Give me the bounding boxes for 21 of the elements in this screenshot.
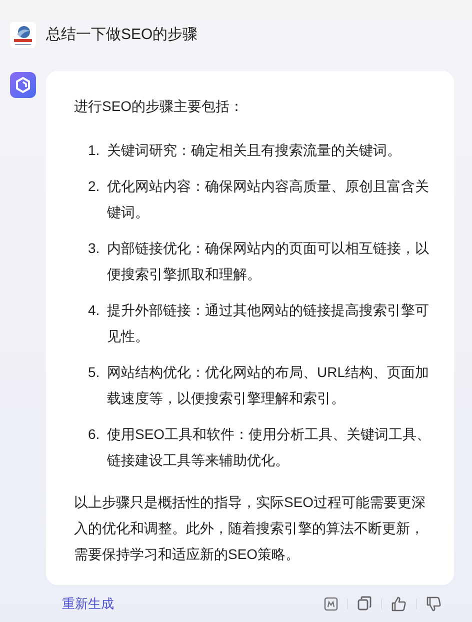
step-number: 2. [88, 177, 101, 196]
step-number: 1. [88, 141, 101, 160]
regenerate-link[interactable]: 重新生成 [62, 594, 114, 614]
step-text: 关键词研究：确定相关且有搜索流量的关键词。 [107, 141, 401, 160]
assistant-avatar-icon [10, 72, 36, 98]
user-avatar-icon [10, 22, 36, 48]
answer-conclusion: 以上步骤只是概括性的指导，实际SEO过程可能需要更深入的优化和调整。此外，随着搜索引擎的算法不断更新，需要保持学习和适应新的SEO策略。 [74, 493, 427, 564]
answer-intro: 进行SEO的步骤主要包括： [74, 97, 245, 116]
thumbs-down-icon[interactable] [426, 596, 442, 612]
step-text: 使用SEO工具和软件：使用分析工具、关键词工具、链接建设工具等来辅助优化。 [107, 425, 432, 470]
step-text: 内部链接优化：确保网站内的页面可以相互链接，以便搜索引擎抓取和理解。 [107, 239, 430, 284]
step-number: 4. [88, 301, 101, 320]
step-text: 优化网站内容：确保网站内容高质量、原创且富含关键词。 [107, 177, 430, 222]
step-text: 提升外部链接：通过其他网站的链接提高搜索引擎可见性。 [107, 301, 430, 346]
thumbs-up-icon[interactable] [391, 596, 407, 612]
step-text: 网站结构优化：优化网站的布局、URL结构、页面加载速度等，以便搜索引擎理解和索引。 [107, 363, 430, 408]
step-number: 6. [88, 425, 101, 444]
user-message: 总结一下做SEO的步骤 [46, 24, 198, 45]
step-number: 5. [88, 363, 101, 382]
step-number: 3. [88, 239, 101, 258]
copy-icon[interactable] [357, 596, 372, 612]
